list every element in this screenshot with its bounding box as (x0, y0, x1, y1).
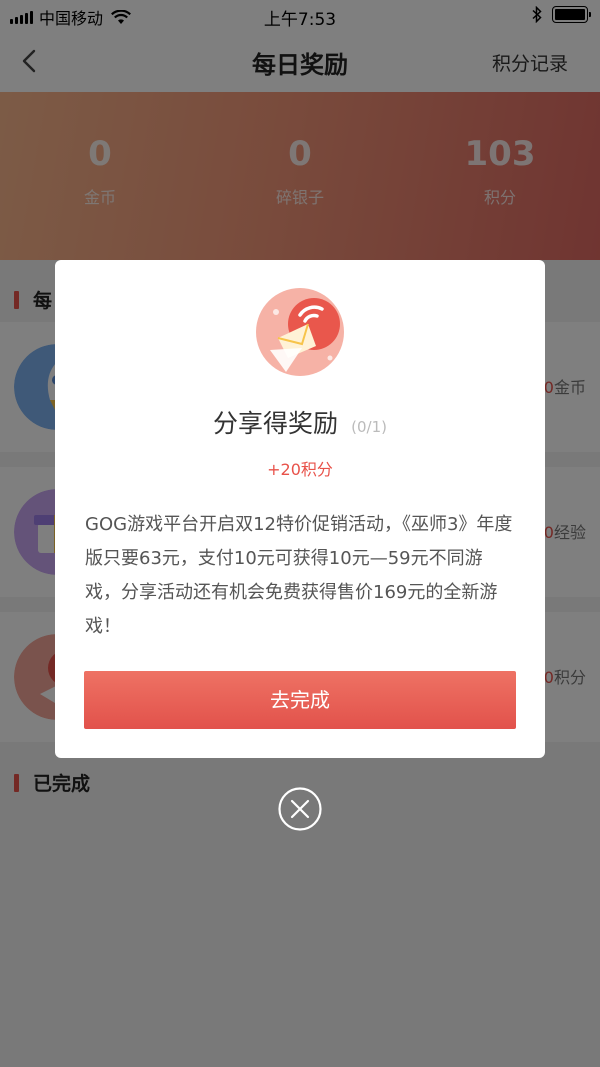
dialog-description: GOG游戏平台开启双12特价促销活动，《巫师3》年度版只要63元，支付10元可获… (85, 514, 513, 637)
dialog-progress: (0/1) (351, 418, 387, 436)
dialog-title-row: 分享得奖励 (0/1) (55, 404, 545, 440)
share-reward-icon (256, 288, 344, 376)
dialog-reward: +20积分 (267, 460, 333, 479)
go-complete-button[interactable]: 去完成 (84, 671, 516, 729)
share-reward-dialog: 分享得奖励 (0/1) +20积分 GOG游戏平台开启双12特价促销活动，《巫师… (55, 260, 545, 758)
dialog-title: 分享得奖励 (213, 409, 339, 438)
close-icon[interactable] (278, 787, 322, 831)
